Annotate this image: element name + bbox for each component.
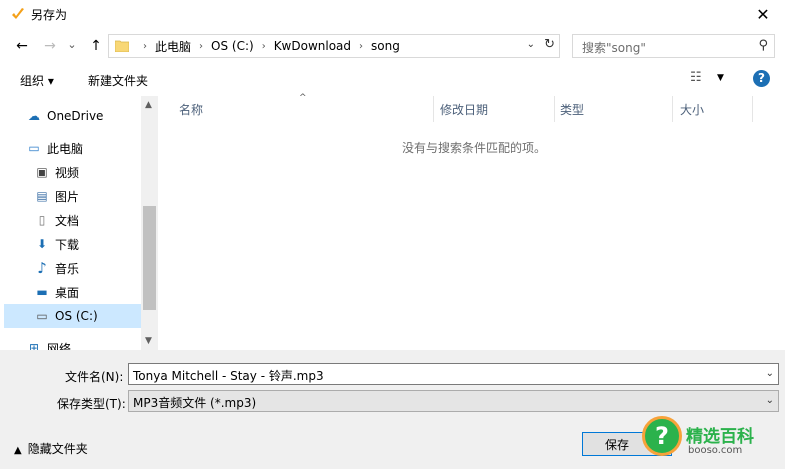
sidebar-item-documents[interactable]: ▯ 文档 <box>4 208 142 232</box>
sidebar-item-label: 下载 <box>55 237 80 252</box>
sidebar-item-videos[interactable]: ▣ 视频 <box>4 160 142 184</box>
sidebar-item-onedrive[interactable]: ☁ OneDrive <box>4 104 142 128</box>
back-button[interactable]: ← <box>12 37 32 55</box>
desktop-icon: ▬ <box>36 285 48 299</box>
column-label: 类型 <box>560 102 585 117</box>
network-icon: ⊞ <box>28 341 40 350</box>
sidebar-item-label: OS (C:) <box>55 309 98 323</box>
chevron-down-icon: ⌄ <box>67 37 77 51</box>
filetype-value: MP3音频文件 (*.mp3) <box>133 396 257 410</box>
column-label: 大小 <box>680 102 705 117</box>
drive-icon: ▭ <box>36 309 48 323</box>
breadcrumb-drive[interactable]: OS (C:) <box>211 39 254 53</box>
file-list[interactable]: ^ 名称 修改日期 类型 大小 没有与搜索条件匹配的项。 <box>158 93 785 350</box>
folder-icon <box>115 40 129 52</box>
document-icon: ▯ <box>38 213 46 227</box>
sidebar-item-os-c[interactable]: ▭ OS (C:) <box>4 304 142 328</box>
breadcrumb-separator: › <box>143 40 147 52</box>
new-folder-button[interactable]: 新建文件夹 <box>88 72 148 89</box>
music-icon: ♪ <box>37 259 47 277</box>
breadcrumb-separator: › <box>261 40 266 52</box>
recent-locations-button[interactable]: ⌄ <box>62 35 82 53</box>
navigation-pane: ☁ OneDrive ▭ 此电脑 ▣ 视频 ▤ 图片 ▯ 文档 ⬇ 下载 ♪ 音… <box>4 96 142 350</box>
app-icon <box>12 8 24 19</box>
save-button-label: 保存 <box>605 437 630 452</box>
navigation-scrollbar[interactable]: ▲ ▼ <box>141 96 158 350</box>
sidebar-item-label: 视频 <box>55 165 80 180</box>
forward-arrow-icon: → <box>44 38 56 54</box>
view-options-dropdown[interactable]: ▼ <box>717 73 724 83</box>
filename-value: Tonya Mitchell - Stay - 铃声.mp3 <box>133 369 324 383</box>
scroll-down-icon[interactable]: ▼ <box>145 336 152 346</box>
sidebar-item-label: 此电脑 <box>47 141 84 156</box>
hide-folders-toggle[interactable]: ▲ 隐藏文件夹 <box>14 440 88 457</box>
close-icon: ✕ <box>756 4 770 24</box>
filetype-select[interactable]: MP3音频文件 (*.mp3) ⌄ <box>128 390 779 412</box>
watermark: ? 精选百科 booso.com <box>628 410 785 469</box>
sidebar-item-label: 音乐 <box>55 261 80 276</box>
search-icon[interactable]: ⚲ <box>758 38 768 53</box>
sidebar-item-label: 图片 <box>55 189 80 204</box>
sidebar-item-desktop[interactable]: ▬ 桌面 <box>4 280 142 304</box>
picture-icon: ▤ <box>36 189 48 203</box>
forward-button[interactable]: → <box>40 37 60 55</box>
filename-field[interactable]: Tonya Mitchell - Stay - 铃声.mp3 ⌄ <box>128 363 779 385</box>
sidebar-item-label: 文档 <box>55 213 80 228</box>
filename-label: 文件名(N): <box>65 370 124 384</box>
scroll-up-icon[interactable]: ▲ <box>145 100 152 110</box>
watermark-logo-icon: ? <box>642 416 682 456</box>
sidebar-item-network[interactable]: ⊞ 网络 <box>4 336 142 350</box>
hide-folders-label: 隐藏文件夹 <box>27 442 88 456</box>
up-button[interactable]: ↑ <box>86 37 106 55</box>
sidebar-item-label: 网络 <box>47 341 72 351</box>
chevron-up-icon: ▲ <box>14 445 22 456</box>
filetype-label: 保存类型(T): <box>57 397 126 411</box>
video-icon: ▣ <box>36 165 48 179</box>
empty-list-message: 没有与搜索条件匹配的项。 <box>402 141 547 155</box>
chevron-down-icon[interactable]: ⌄ <box>766 368 774 379</box>
view-options-icon[interactable]: ☷ <box>690 70 702 85</box>
column-header-type[interactable]: 类型 <box>554 96 672 122</box>
sidebar-item-pictures[interactable]: ▤ 图片 <box>4 184 142 208</box>
scroll-thumb[interactable] <box>143 206 156 310</box>
breadcrumb-song[interactable]: song <box>371 39 400 53</box>
sidebar-item-downloads[interactable]: ⬇ 下载 <box>4 232 142 256</box>
breadcrumb-this-pc[interactable]: 此电脑 <box>155 38 191 55</box>
refresh-button[interactable]: ↻ <box>544 37 555 52</box>
address-bar[interactable]: › 此电脑 › OS (C:) › KwDownload › song ⌄ ↻ <box>108 34 560 58</box>
column-label: 修改日期 <box>440 102 489 117</box>
column-divider[interactable] <box>752 96 753 122</box>
watermark-title: 精选百科 <box>686 427 754 447</box>
window-title: 另存为 <box>31 8 68 22</box>
sidebar-item-music[interactable]: ♪ 音乐 <box>4 256 142 280</box>
address-history-dropdown[interactable]: ⌄ <box>527 39 535 50</box>
help-button[interactable]: ? <box>753 70 770 87</box>
organize-menu[interactable]: 组织 ▾ <box>20 72 54 89</box>
up-arrow-icon: ↑ <box>90 38 102 54</box>
breadcrumb-kwdownload[interactable]: KwDownload <box>274 39 351 53</box>
breadcrumb-separator: › <box>199 40 204 52</box>
close-button[interactable]: ✕ <box>741 0 785 28</box>
column-header-date[interactable]: 修改日期 <box>434 96 554 122</box>
column-label: 名称 <box>179 102 204 117</box>
sidebar-item-label: 桌面 <box>55 285 80 300</box>
title-bar: 另存为 ✕ <box>0 0 785 28</box>
cloud-icon: ☁ <box>28 109 40 123</box>
computer-icon: ▭ <box>28 141 40 155</box>
column-header-size[interactable]: 大小 <box>674 96 752 122</box>
sidebar-item-this-pc[interactable]: ▭ 此电脑 <box>4 136 142 160</box>
search-input[interactable]: 搜索"song" ⚲ <box>572 34 775 58</box>
breadcrumb-separator: › <box>359 40 364 52</box>
download-icon: ⬇ <box>36 237 48 251</box>
watermark-url: booso.com <box>688 445 743 456</box>
chevron-down-icon[interactable]: ⌄ <box>766 395 774 406</box>
sidebar-item-label: OneDrive <box>47 109 104 123</box>
column-divider[interactable] <box>672 96 673 122</box>
column-header-name[interactable]: 名称 <box>173 96 433 122</box>
search-placeholder: 搜索"song" <box>582 41 646 55</box>
back-arrow-icon: ← <box>16 38 28 54</box>
